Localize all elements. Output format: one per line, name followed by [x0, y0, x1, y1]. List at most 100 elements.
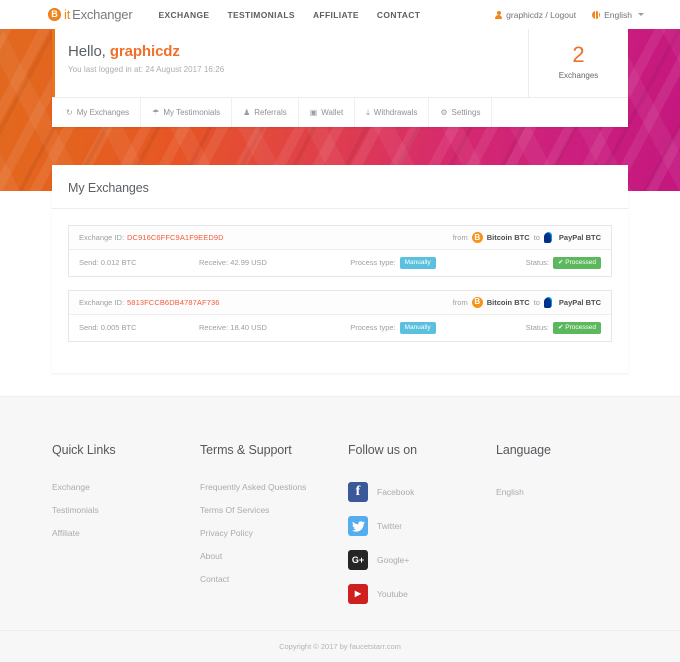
exchange-id-value[interactable]: DC916C6FFC9A1F9EED9D: [127, 233, 224, 242]
footer-column-terms-support: Terms & Support Frequently Asked Questio…: [200, 443, 348, 618]
nav-link-exchange[interactable]: EXCHANGE: [158, 10, 209, 20]
page-title: My Exchanges: [52, 165, 628, 209]
user-menu-label: graphicdz / Logout: [506, 9, 577, 20]
youtube-icon: ▶: [348, 584, 368, 604]
nav-link-affiliate[interactable]: AFFILIATE: [313, 10, 359, 20]
social-link-googleplus[interactable]: G+ Google+: [348, 550, 496, 570]
nav-link-contact[interactable]: CONTACT: [377, 10, 420, 20]
exchange-receive: Receive: 42.99 USD: [199, 258, 350, 267]
status-badge: ✔ Processed: [553, 257, 601, 269]
exchange-to-currency: PayPal BTC: [558, 297, 601, 307]
exchange-row-details: Send: 0.012 BTC Receive: 42.99 USD Proce…: [69, 250, 611, 276]
tab-wallet-label: Wallet: [321, 108, 344, 117]
footer-title-follow-us: Follow us on: [348, 443, 417, 457]
send-label: Send:: [79, 258, 99, 268]
status-label: Status:: [525, 323, 550, 333]
tab-referrals-label: Referrals: [254, 108, 287, 117]
tab-settings[interactable]: ⚙ Settings: [429, 98, 493, 127]
receive-label: Receive:: [199, 258, 229, 268]
exchange-status: Status: ✔ Processed: [526, 257, 601, 269]
footer-link-testimonials[interactable]: Testimonials: [52, 505, 200, 515]
nav-link-testimonials[interactable]: TESTIMONIALS: [227, 10, 294, 20]
footer-columns: Quick Links Exchange Testimonials Affili…: [0, 397, 680, 618]
tab-withdrawals-label: Withdrawals: [373, 108, 418, 117]
bitcoin-logo-icon: B: [48, 8, 61, 21]
tab-my-testimonials[interactable]: ☂ My Testimonials: [141, 98, 233, 127]
social-link-youtube[interactable]: ▶ Youtube: [348, 584, 496, 604]
copyright-bar: Copyright © 2017 by faucetstarr.com: [0, 630, 680, 662]
exchange-id-value[interactable]: 5813FCCB6DB4787AF736: [127, 298, 219, 307]
tab-wallet[interactable]: ▣ Wallet: [299, 98, 356, 127]
exchange-id-label: Exchange ID:: [79, 233, 125, 242]
footer-link-faq[interactable]: Frequently Asked Questions: [200, 482, 348, 492]
from-label: from: [452, 297, 468, 307]
google-plus-icon: G+: [348, 550, 368, 570]
exchange-direction: from B Bitcoin BTC to PayPal BTC: [453, 232, 601, 243]
tab-my-exchanges-label: My Exchanges: [76, 108, 130, 117]
user-icon: [495, 10, 503, 19]
status-badge: ✔ Processed: [553, 321, 601, 334]
top-navbar: B it Exchanger EXCHANGE TESTIMONIALS AFF…: [0, 0, 680, 29]
footer-column-social: Follow us on f Facebook Twitter G+ Googl…: [348, 443, 496, 618]
exchange-from-currency: Bitcoin BTC: [486, 233, 530, 242]
exchange-to-currency: PayPal BTC: [558, 233, 601, 242]
exchange-from-currency: Bitcoin BTC: [486, 297, 530, 307]
exchange-id-label: Exchange ID:: [79, 297, 125, 307]
exchange-direction: from B Bitcoin BTC to PayPal BTC: [452, 296, 601, 308]
exchange-row[interactable]: Exchange ID: DC916C6FFC9A1F9EED9D from B…: [68, 225, 612, 277]
footer-link-about[interactable]: About: [200, 551, 348, 561]
footer-language-value[interactable]: English: [496, 487, 524, 497]
exchange-process-type: Process type: Manually: [350, 257, 436, 269]
paypal-icon: [543, 232, 555, 243]
status-label: Status:: [525, 258, 550, 268]
user-menu[interactable]: graphicdz / Logout: [495, 10, 576, 20]
primary-nav: EXCHANGE TESTIMONIALS AFFILIATE CONTACT: [158, 10, 420, 20]
status-badge-label: Processed: [565, 259, 596, 266]
exchange-receive: Receive: 18.40 USD: [199, 323, 350, 332]
check-icon: ✔: [558, 323, 564, 331]
footer-title-quick-links: Quick Links: [52, 443, 116, 457]
exchange-row-header: Exchange ID: DC916C6FFC9A1F9EED9D from B…: [69, 226, 611, 250]
social-link-twitter[interactable]: Twitter: [348, 516, 496, 536]
bitcoin-icon: B: [471, 296, 483, 308]
exchange-send: Send: 0.012 BTC: [79, 258, 199, 267]
footer-link-exchange[interactable]: Exchange: [52, 482, 200, 492]
language-selector-label: English: [604, 9, 632, 20]
exchange-send-value: 0.005 BTC: [100, 323, 137, 333]
exchanges-count-value: 2: [572, 42, 585, 67]
users-icon: ♟: [243, 107, 251, 117]
social-label-twitter: Twitter: [377, 521, 403, 531]
tab-my-exchanges[interactable]: ↻ My Exchanges: [52, 98, 142, 127]
exchange-status: Status: ✔ Processed: [525, 321, 601, 334]
tab-my-testimonials-label: My Testimonials: [163, 108, 221, 117]
exchanges-count-label: Exchanges: [558, 71, 599, 80]
exchanges-count-block: 2 Exchanges: [528, 23, 628, 97]
tab-withdrawals[interactable]: ⤓ Withdrawals: [355, 98, 430, 127]
footer-link-affiliate[interactable]: Affiliate: [52, 528, 200, 538]
site-logo[interactable]: B it Exchanger: [48, 7, 133, 22]
exchange-process-type: Process type: Manually: [350, 321, 436, 334]
receive-label: Receive:: [199, 323, 229, 333]
exchange-receive-value: 42.99 USD: [230, 258, 267, 268]
status-badge-label: Processed: [565, 323, 596, 331]
process-type-label: Process type:: [350, 323, 396, 333]
logo-text-bit: it: [64, 7, 71, 22]
language-selector[interactable]: English: [592, 10, 644, 20]
exchange-row[interactable]: Exchange ID: 5813FCCB6DB4787AF736 from B…: [68, 289, 612, 342]
footer-link-terms-of-services[interactable]: Terms Of Services: [200, 505, 348, 515]
send-label: Send:: [79, 323, 99, 333]
paypal-icon: [543, 296, 555, 308]
user-greeting-block: Hello, graphicdz You last logged in at: …: [52, 23, 528, 97]
tab-referrals[interactable]: ♟ Referrals: [232, 98, 299, 127]
social-link-facebook[interactable]: f Facebook: [348, 482, 496, 502]
refresh-icon: ↻: [66, 107, 73, 117]
exchange-send-value: 0.012 BTC: [100, 258, 137, 268]
footer-title-language: Language: [496, 443, 551, 457]
to-label: to: [533, 233, 540, 242]
account-tab-bar: ↻ My Exchanges ☂ My Testimonials ♟ Refer…: [52, 98, 628, 127]
user-summary-card: Hello, graphicdz You last logged in at: …: [52, 23, 628, 127]
footer-link-contact[interactable]: Contact: [200, 574, 348, 584]
exchanges-list: Exchange ID: DC916C6FFC9A1F9EED9D from B…: [52, 209, 628, 342]
footer-link-privacy-policy[interactable]: Privacy Policy: [200, 528, 348, 538]
process-type-badge: Manually: [399, 257, 436, 269]
